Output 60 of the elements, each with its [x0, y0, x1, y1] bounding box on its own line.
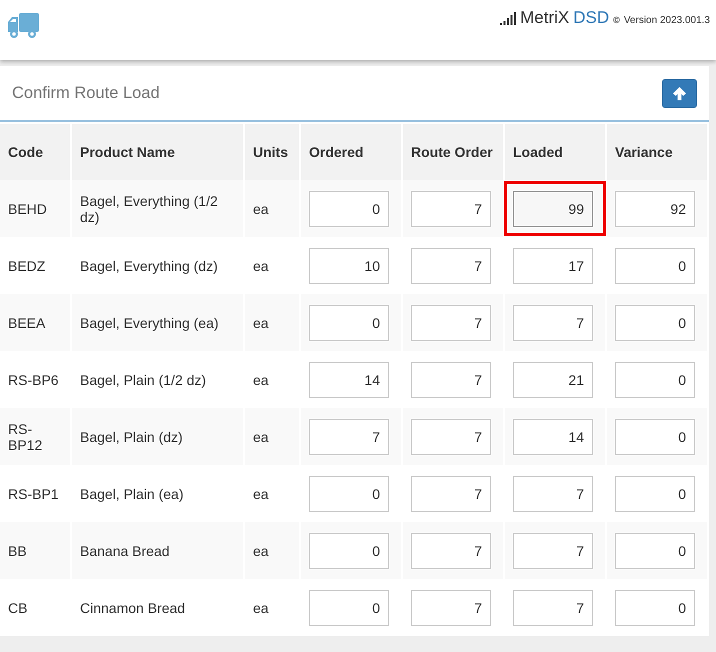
- variance-field[interactable]: 92: [615, 191, 695, 227]
- column-header: Units: [245, 124, 299, 180]
- truck-icon: [8, 13, 39, 39]
- variance-field[interactable]: 0: [615, 248, 695, 284]
- column-header: Loaded: [505, 124, 605, 180]
- route-order-field[interactable]: 7: [411, 362, 491, 398]
- column-header: Route Order: [403, 124, 503, 180]
- code-cell: RS-BP12: [0, 408, 70, 465]
- brand-name: MetriX: [520, 8, 570, 28]
- upload-button[interactable]: [662, 78, 697, 108]
- product-name-cell: Bagel, Plain (dz): [72, 408, 243, 465]
- variance-field[interactable]: 0: [615, 476, 695, 512]
- column-header: Variance: [607, 124, 707, 180]
- brand-suffix: DSD: [573, 8, 610, 28]
- loaded-field[interactable]: 7: [513, 590, 593, 626]
- code-cell: BB: [0, 522, 70, 579]
- variance-field[interactable]: 0: [615, 419, 695, 455]
- product-name-cell: Bagel, Everything (ea): [72, 294, 243, 351]
- route-order-field[interactable]: 7: [411, 191, 491, 227]
- route-order-field[interactable]: 7: [411, 476, 491, 512]
- loaded-field[interactable]: 7: [513, 476, 593, 512]
- copyright-symbol: ©: [613, 15, 620, 25]
- code-cell: BEEA: [0, 294, 70, 351]
- units-cell: ea: [245, 180, 299, 237]
- column-header: Product Name: [72, 124, 243, 180]
- route-order-field[interactable]: 7: [411, 590, 491, 626]
- loaded-field[interactable]: 7: [513, 305, 593, 341]
- column-header: Code: [0, 124, 70, 180]
- loaded-field[interactable]: 7: [513, 533, 593, 569]
- ordered-field[interactable]: 0: [309, 533, 389, 569]
- product-name-cell: Banana Bread: [72, 522, 243, 579]
- version-text: Version 2023.001.3: [624, 15, 710, 26]
- variance-field[interactable]: 0: [615, 305, 695, 341]
- ordered-field[interactable]: 10: [309, 248, 389, 284]
- units-cell: ea: [245, 408, 299, 465]
- units-cell: ea: [245, 522, 299, 579]
- route-order-field[interactable]: 7: [411, 419, 491, 455]
- ordered-field[interactable]: 0: [309, 590, 389, 626]
- loaded-field[interactable]: 14: [513, 419, 593, 455]
- ordered-field[interactable]: 7: [309, 419, 389, 455]
- column-header: Ordered: [301, 124, 401, 180]
- ordered-field[interactable]: 14: [309, 362, 389, 398]
- up-arrow-icon: [672, 86, 687, 100]
- route-order-field[interactable]: 7: [411, 248, 491, 284]
- variance-field[interactable]: 0: [615, 362, 695, 398]
- loaded-field[interactable]: 99: [513, 191, 593, 227]
- loaded-field[interactable]: 17: [513, 248, 593, 284]
- ordered-field[interactable]: 0: [309, 191, 389, 227]
- ordered-field[interactable]: 0: [309, 305, 389, 341]
- route-order-field[interactable]: 7: [411, 305, 491, 341]
- units-cell: ea: [245, 294, 299, 351]
- loaded-field[interactable]: 21: [513, 362, 593, 398]
- product-name-cell: Bagel, Everything (1/2 dz): [72, 180, 243, 237]
- route-order-field[interactable]: 7: [411, 533, 491, 569]
- variance-field[interactable]: 0: [615, 590, 695, 626]
- ordered-field[interactable]: 0: [309, 476, 389, 512]
- signal-icon: [500, 12, 516, 24]
- variance-field[interactable]: 0: [615, 533, 695, 569]
- panel-title: Confirm Route Load: [12, 84, 160, 102]
- code-cell: BEHD: [0, 180, 70, 237]
